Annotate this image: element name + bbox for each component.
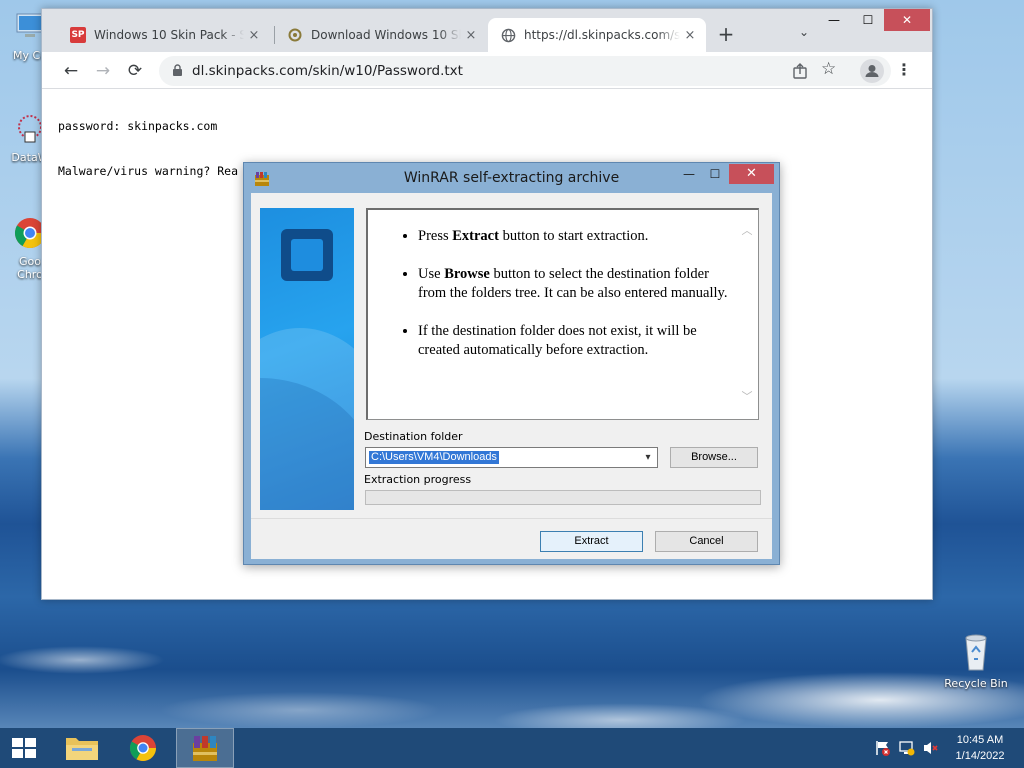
- scroll-down-icon[interactable]: ﹀: [740, 388, 754, 404]
- destination-folder-label: Destination folder: [364, 430, 463, 443]
- back-button[interactable]: ←: [58, 58, 84, 84]
- lock-icon: [173, 64, 182, 76]
- cancel-button[interactable]: Cancel: [655, 531, 758, 552]
- tab-close-icon[interactable]: ×: [461, 28, 481, 43]
- tab-title: Windows 10 Skin Pack - Skin: [94, 28, 244, 42]
- dialog-titlebar[interactable]: WinRAR self-extracting archive — ☐ ✕: [244, 163, 779, 193]
- instruction-text: Press: [418, 228, 453, 244]
- extract-button[interactable]: Extract: [540, 531, 643, 552]
- tab-search-chevron-icon[interactable]: ⌄: [794, 25, 814, 45]
- start-button[interactable]: [0, 728, 48, 768]
- clock-time: 10:45 AM: [956, 734, 1004, 746]
- instruction-item: Use Browse button to select the destinat…: [418, 265, 738, 303]
- destination-folder-value: C:\Users\VM4\Downloads: [369, 451, 499, 464]
- taskbar: 10:45 AM 1/14/2022: [0, 728, 1024, 768]
- tab-strip: SP Windows 10 Skin Pack - Skin × Downloa…: [42, 9, 932, 52]
- forward-button[interactable]: →: [90, 58, 116, 84]
- folder-icon: [66, 738, 98, 760]
- winrar-banner-image: [260, 208, 354, 510]
- tab-title: Download Windows 10 Skin: [311, 28, 461, 42]
- winrar-icon: [193, 736, 217, 761]
- tab-skin-pack[interactable]: SP Windows 10 Skin Pack - Skin ×: [58, 18, 270, 52]
- dialog-separator: [251, 518, 772, 519]
- bookmark-star-icon[interactable]: ☆: [821, 59, 836, 79]
- address-bar[interactable]: dl.skinpacks.com/skin/w10/Password.txt ☆: [159, 56, 891, 86]
- tab-title: https://dl.skinpacks.com/skin: [524, 28, 680, 42]
- desktop-icon-label: Recycle Bin: [944, 677, 1008, 690]
- globe-icon: [500, 27, 516, 43]
- window-maximize-button[interactable]: ☐: [854, 9, 882, 31]
- browser-menu-icon[interactable]: ⋮: [894, 60, 914, 80]
- extraction-progress-bar: [365, 490, 761, 505]
- tab-password-txt[interactable]: https://dl.skinpacks.com/skin ×: [488, 18, 706, 52]
- dialog-maximize-button[interactable]: ☐: [702, 165, 728, 185]
- address-url: dl.skinpacks.com/skin/w10/Password.txt: [192, 63, 463, 79]
- loading-favicon-icon: [287, 27, 303, 43]
- instruction-item: If the destination folder does not exist…: [418, 322, 738, 360]
- window-close-button[interactable]: ✕: [884, 9, 930, 31]
- desktop-wallpaper: [0, 600, 1024, 728]
- instruction-text: If the destination folder does not exist…: [418, 323, 697, 358]
- instructions-list: Press Extract button to start extraction…: [418, 227, 738, 379]
- browse-button[interactable]: Browse...: [670, 447, 758, 468]
- share-icon[interactable]: [791, 62, 809, 80]
- destination-folder-combobox[interactable]: C:\Users\VM4\Downloads ▾: [365, 447, 658, 468]
- extraction-progress-label: Extraction progress: [364, 473, 472, 486]
- instruction-keyword: Extract: [452, 228, 499, 244]
- taskbar-chrome[interactable]: [116, 728, 170, 768]
- browser-toolbar: ← → ⟳ dl.skinpacks.com/skin/w10/Password…: [42, 52, 932, 89]
- page-text-line: Malware/virus warning? Rea: [58, 164, 239, 178]
- windows-logo-icon: [12, 738, 36, 758]
- winrar-dialog: WinRAR self-extracting archive — ☐ ✕ Pre…: [243, 162, 780, 565]
- dialog-body: Press Extract button to start extraction…: [251, 193, 772, 559]
- system-clock[interactable]: 10:45 AM 1/14/2022: [946, 732, 1014, 764]
- scroll-up-icon[interactable]: ︿: [740, 222, 754, 238]
- clock-date: 1/14/2022: [955, 750, 1005, 762]
- taskbar-winrar[interactable]: [176, 728, 234, 768]
- reload-button[interactable]: ⟳: [122, 58, 148, 84]
- recycle-bin-icon: [965, 634, 987, 671]
- chrome-icon: [129, 735, 157, 762]
- dialog-minimize-button[interactable]: —: [676, 165, 702, 185]
- tab-close-icon[interactable]: ×: [244, 28, 264, 43]
- profile-avatar-icon[interactable]: [860, 59, 884, 83]
- new-tab-button[interactable]: +: [714, 23, 738, 47]
- taskbar-file-explorer[interactable]: [56, 728, 108, 768]
- banner-logo-icon: [281, 229, 333, 281]
- network-icon[interactable]: [898, 740, 916, 756]
- dialog-close-button[interactable]: ✕: [729, 164, 774, 184]
- window-minimize-button[interactable]: —: [820, 9, 848, 31]
- volume-muted-icon[interactable]: [922, 740, 940, 756]
- instruction-item: Press Extract button to start extraction…: [418, 227, 738, 246]
- tab-close-icon[interactable]: ×: [680, 28, 700, 43]
- instruction-text: button to start extraction.: [498, 228, 649, 244]
- page-text-line: password: skinpacks.com: [58, 119, 218, 133]
- action-center-flag-icon[interactable]: [874, 740, 892, 756]
- chevron-down-icon[interactable]: ▾: [641, 450, 655, 465]
- instruction-keyword: Browse: [444, 266, 490, 282]
- instructions-panel: Press Extract button to start extraction…: [366, 208, 759, 420]
- skinpack-favicon-icon: SP: [70, 27, 86, 43]
- desktop-icon-recycle-bin[interactable]: Recycle Bin: [944, 632, 1008, 690]
- instruction-text: Use: [418, 266, 445, 282]
- tab-download[interactable]: Download Windows 10 Skin ×: [275, 18, 487, 52]
